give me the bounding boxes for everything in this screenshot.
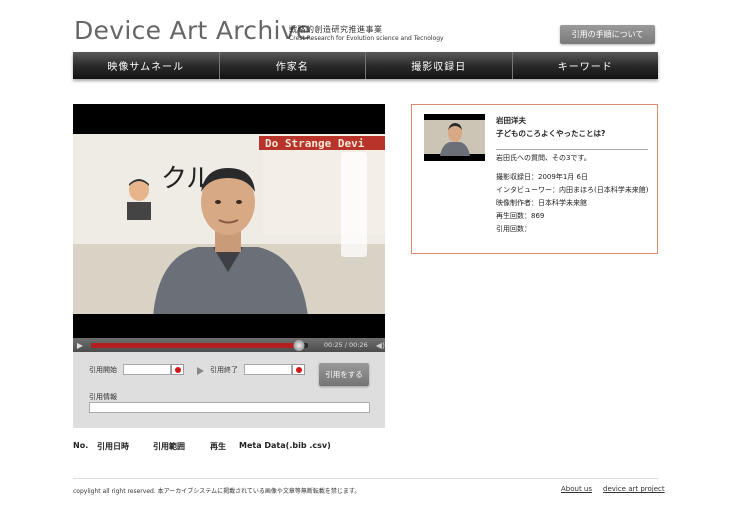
about-us-link[interactable]: About us	[561, 485, 592, 493]
citation-start-label: 引用開始	[89, 366, 117, 374]
seek-bar[interactable]	[90, 339, 308, 351]
seek-handle[interactable]	[293, 339, 305, 351]
time-display: 00:25 / 00:26	[323, 341, 368, 349]
subtitle-jp: 戦略的創造研究推進事業	[289, 25, 383, 34]
play-icon[interactable]: ▶	[73, 338, 87, 352]
column-header-play: 再生	[210, 442, 226, 451]
meta-interviewer: インタビューワー：内田まほろ(日本科学未来館)	[496, 186, 649, 194]
volume-icon[interactable]: ◀)	[376, 341, 385, 350]
video-info-card: 岩田洋夫 子どものころよくやったことは? 岩田氏への質問、その3です。 撮影収録…	[411, 104, 658, 254]
poster-text: Do Strange Devi	[265, 137, 365, 150]
video-meta: 撮影収録日：2009年1月 6日 インタビューワー：内田まほろ(日本科学未来館)…	[496, 171, 654, 236]
cite-button[interactable]: 引用をする	[319, 363, 369, 386]
video-description: 岩田氏への質問、その3です。	[496, 154, 591, 162]
citation-start-field[interactable]	[123, 364, 171, 375]
interviewee-image	[153, 168, 308, 314]
column-header-range: 引用範囲	[153, 442, 185, 451]
nav-item-keyword[interactable]: キーワード	[513, 52, 659, 79]
citation-guide-button[interactable]: 引用の手順について	[560, 25, 655, 44]
citation-info-label: 引用情報	[89, 393, 117, 401]
video-title[interactable]: 子どものころよくやったことは?	[496, 128, 605, 139]
seek-progress	[90, 342, 300, 348]
video-frame: Do Strange Devi クル	[73, 134, 385, 314]
arrow-right-icon	[197, 367, 204, 375]
thumbnail-person-image	[440, 123, 470, 156]
artist-name[interactable]: 岩田洋夫	[496, 115, 526, 126]
meta-producer: 映像制作者：日本科学未来館	[496, 199, 587, 207]
nav-item-record-date[interactable]: 撮影収録日	[366, 52, 513, 79]
column-header-no: No.	[73, 441, 89, 450]
citation-end-field[interactable]	[244, 364, 292, 375]
set-start-button[interactable]	[171, 364, 184, 375]
nav-item-artist[interactable]: 作家名	[220, 52, 366, 79]
meta-cite-count: 引用回数：	[496, 225, 531, 233]
column-header-date: 引用日時	[97, 442, 129, 451]
column-header-metadata: Meta Data(.bib .csv)	[239, 441, 331, 450]
meta-record-date: 撮影収録日：2009年1月 6日	[496, 173, 588, 181]
copyright-text: copylight all right reserved. 本アーカイブシステム…	[73, 488, 361, 495]
device-art-project-link[interactable]: device art project	[603, 485, 665, 493]
citation-end-label: 引用終了	[210, 366, 238, 374]
video-player[interactable]: Do Strange Devi クル	[73, 104, 385, 338]
subtitle-en: Crest Research for Evolution science and…	[289, 35, 444, 42]
video-thumbnail[interactable]	[424, 114, 485, 161]
set-end-button[interactable]	[292, 364, 305, 375]
nav-item-thumbnails[interactable]: 映像サムネール	[73, 52, 220, 79]
main-nav: 映像サムネール 作家名 撮影収録日 キーワード	[73, 52, 658, 79]
site-title: Device Art Archive	[74, 16, 312, 45]
citation-info-field[interactable]	[89, 402, 370, 413]
divider	[496, 149, 648, 150]
caption-overlay	[341, 152, 367, 257]
footer-divider	[73, 478, 658, 479]
meta-play-count: 再生回数：869	[496, 212, 545, 220]
citation-panel: 引用開始 引用終了 引用をする 引用情報	[73, 352, 385, 428]
video-controls: ▶ 00:25 / 00:26 ◀)	[73, 338, 385, 352]
